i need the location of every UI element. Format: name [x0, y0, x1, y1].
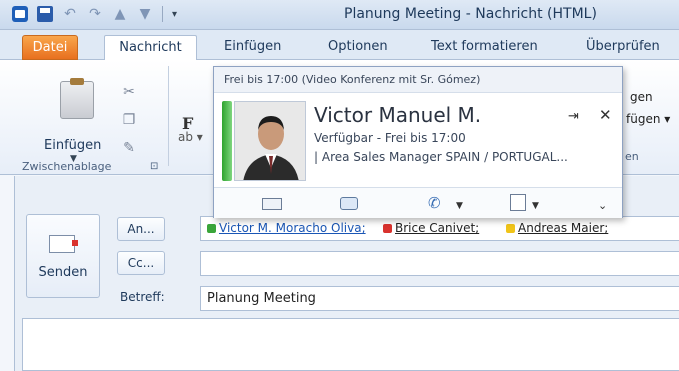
send-button[interactable]: Senden — [26, 214, 100, 298]
title-bar: ↶ ↷ ▲ ▼ ▾ Planung Meeting - Nachricht (H… — [0, 0, 679, 30]
phone-icon[interactable]: ✆ — [428, 195, 441, 212]
undo-icon[interactable]: ↶ — [62, 6, 78, 22]
outlook-icon[interactable] — [12, 6, 28, 22]
person-photo-icon — [235, 102, 305, 180]
presence-available-icon — [207, 224, 216, 233]
copy-icon[interactable]: ❐ — [120, 112, 138, 128]
ribbon-fragment-1: gen — [630, 90, 653, 104]
phone-dropdown-icon[interactable]: ▼ — [456, 198, 463, 215]
to-button[interactable]: An... — [117, 217, 165, 241]
tab-format-text[interactable]: Text formatieren — [425, 35, 544, 60]
subject-field[interactable]: Planung Meeting — [200, 286, 679, 311]
recipient-brice[interactable]: Brice Canivet; — [383, 221, 479, 235]
contact-card-header: Frei bis 17:00 (Video Konferenz mit Sr. … — [214, 67, 622, 93]
presence-away-icon — [506, 224, 515, 233]
recipient-name: Brice Canivet; — [395, 221, 480, 235]
cc-field[interactable] — [200, 251, 679, 276]
cut-icon[interactable]: ✂ — [120, 84, 138, 100]
message-body[interactable] — [22, 318, 679, 371]
subject-value: Planung Meeting — [207, 291, 316, 306]
send-icon — [49, 235, 78, 253]
presence-bar — [222, 101, 232, 181]
expand-card-icon[interactable]: ⌄ — [598, 197, 607, 214]
tab-message[interactable]: Nachricht — [104, 35, 197, 61]
contact-name: Victor Manuel M. — [314, 103, 482, 127]
clipboard-group-label: Zwischenablage — [22, 160, 112, 173]
pin-icon[interactable]: ⇥ — [568, 109, 579, 124]
next-item-icon[interactable]: ▼ — [137, 6, 153, 22]
recipient-andreas[interactable]: Andreas Maier; — [506, 221, 608, 235]
quick-access-toolbar: ↶ ↷ ▲ ▼ ▾ — [12, 6, 177, 22]
contact-photo — [234, 101, 306, 181]
format-painter-icon[interactable]: ✎ — [120, 140, 138, 156]
qat-separator — [162, 6, 163, 22]
clipboard-launcher-icon[interactable]: ⊡ — [150, 161, 158, 172]
contact-actions: ✆ ▼ ▼ ⌄ — [214, 187, 622, 218]
send-label: Senden — [38, 265, 88, 280]
ribbon-separator — [168, 66, 169, 166]
ribbon-fragment-3: en — [625, 150, 639, 163]
contact-job-title: | Area Sales Manager SPAIN / PORTUGAL... — [314, 150, 568, 164]
recipient-name: Victor M. Moracho Oliva; — [219, 221, 366, 235]
cc-button[interactable]: Cc... — [117, 251, 165, 275]
recipient-name: Andreas Maier; — [518, 221, 609, 235]
tab-options[interactable]: Optionen — [322, 35, 394, 60]
tab-file[interactable]: Datei — [22, 35, 78, 60]
contact-card: Frei bis 17:00 (Video Konferenz mit Sr. … — [213, 66, 623, 218]
presence-busy-icon — [383, 224, 392, 233]
instant-message-icon[interactable] — [340, 197, 358, 210]
save-icon[interactable] — [37, 6, 53, 22]
recipient-victor[interactable]: Victor M. Moracho Oliva; — [207, 221, 366, 235]
contact-card-icon[interactable] — [510, 194, 526, 211]
ribbon-tabs: Datei Nachricht Einfügen Optionen Text f… — [0, 30, 679, 61]
contact-status: Frei bis 17:00 (Video Konferenz mit Sr. … — [224, 73, 481, 86]
subject-label: Betreff: — [120, 290, 165, 304]
redo-icon[interactable]: ↷ — [87, 6, 103, 22]
contact-availability: Verfügbar - Frei bis 17:00 — [314, 131, 466, 145]
tab-review[interactable]: Überprüfen — [580, 35, 666, 60]
close-icon[interactable]: ✕ — [599, 106, 612, 124]
to-field[interactable]: Victor M. Moracho Oliva; Brice Canivet; … — [200, 216, 679, 241]
previous-item-icon[interactable]: ▲ — [112, 6, 128, 22]
window-title: Planung Meeting - Nachricht (HTML) — [344, 6, 597, 22]
customize-qat-button[interactable]: ▾ — [172, 9, 177, 20]
highlight-icon[interactable]: ab ▾ — [178, 130, 203, 144]
ribbon-fragment-2[interactable]: fügen ▾ — [626, 112, 670, 126]
email-icon[interactable] — [262, 198, 282, 210]
paste-button[interactable]: Einfügen — [44, 138, 101, 153]
tab-insert[interactable]: Einfügen — [218, 35, 287, 60]
contact-card-dropdown-icon[interactable]: ▼ — [532, 198, 539, 215]
paste-icon[interactable] — [60, 78, 94, 119]
